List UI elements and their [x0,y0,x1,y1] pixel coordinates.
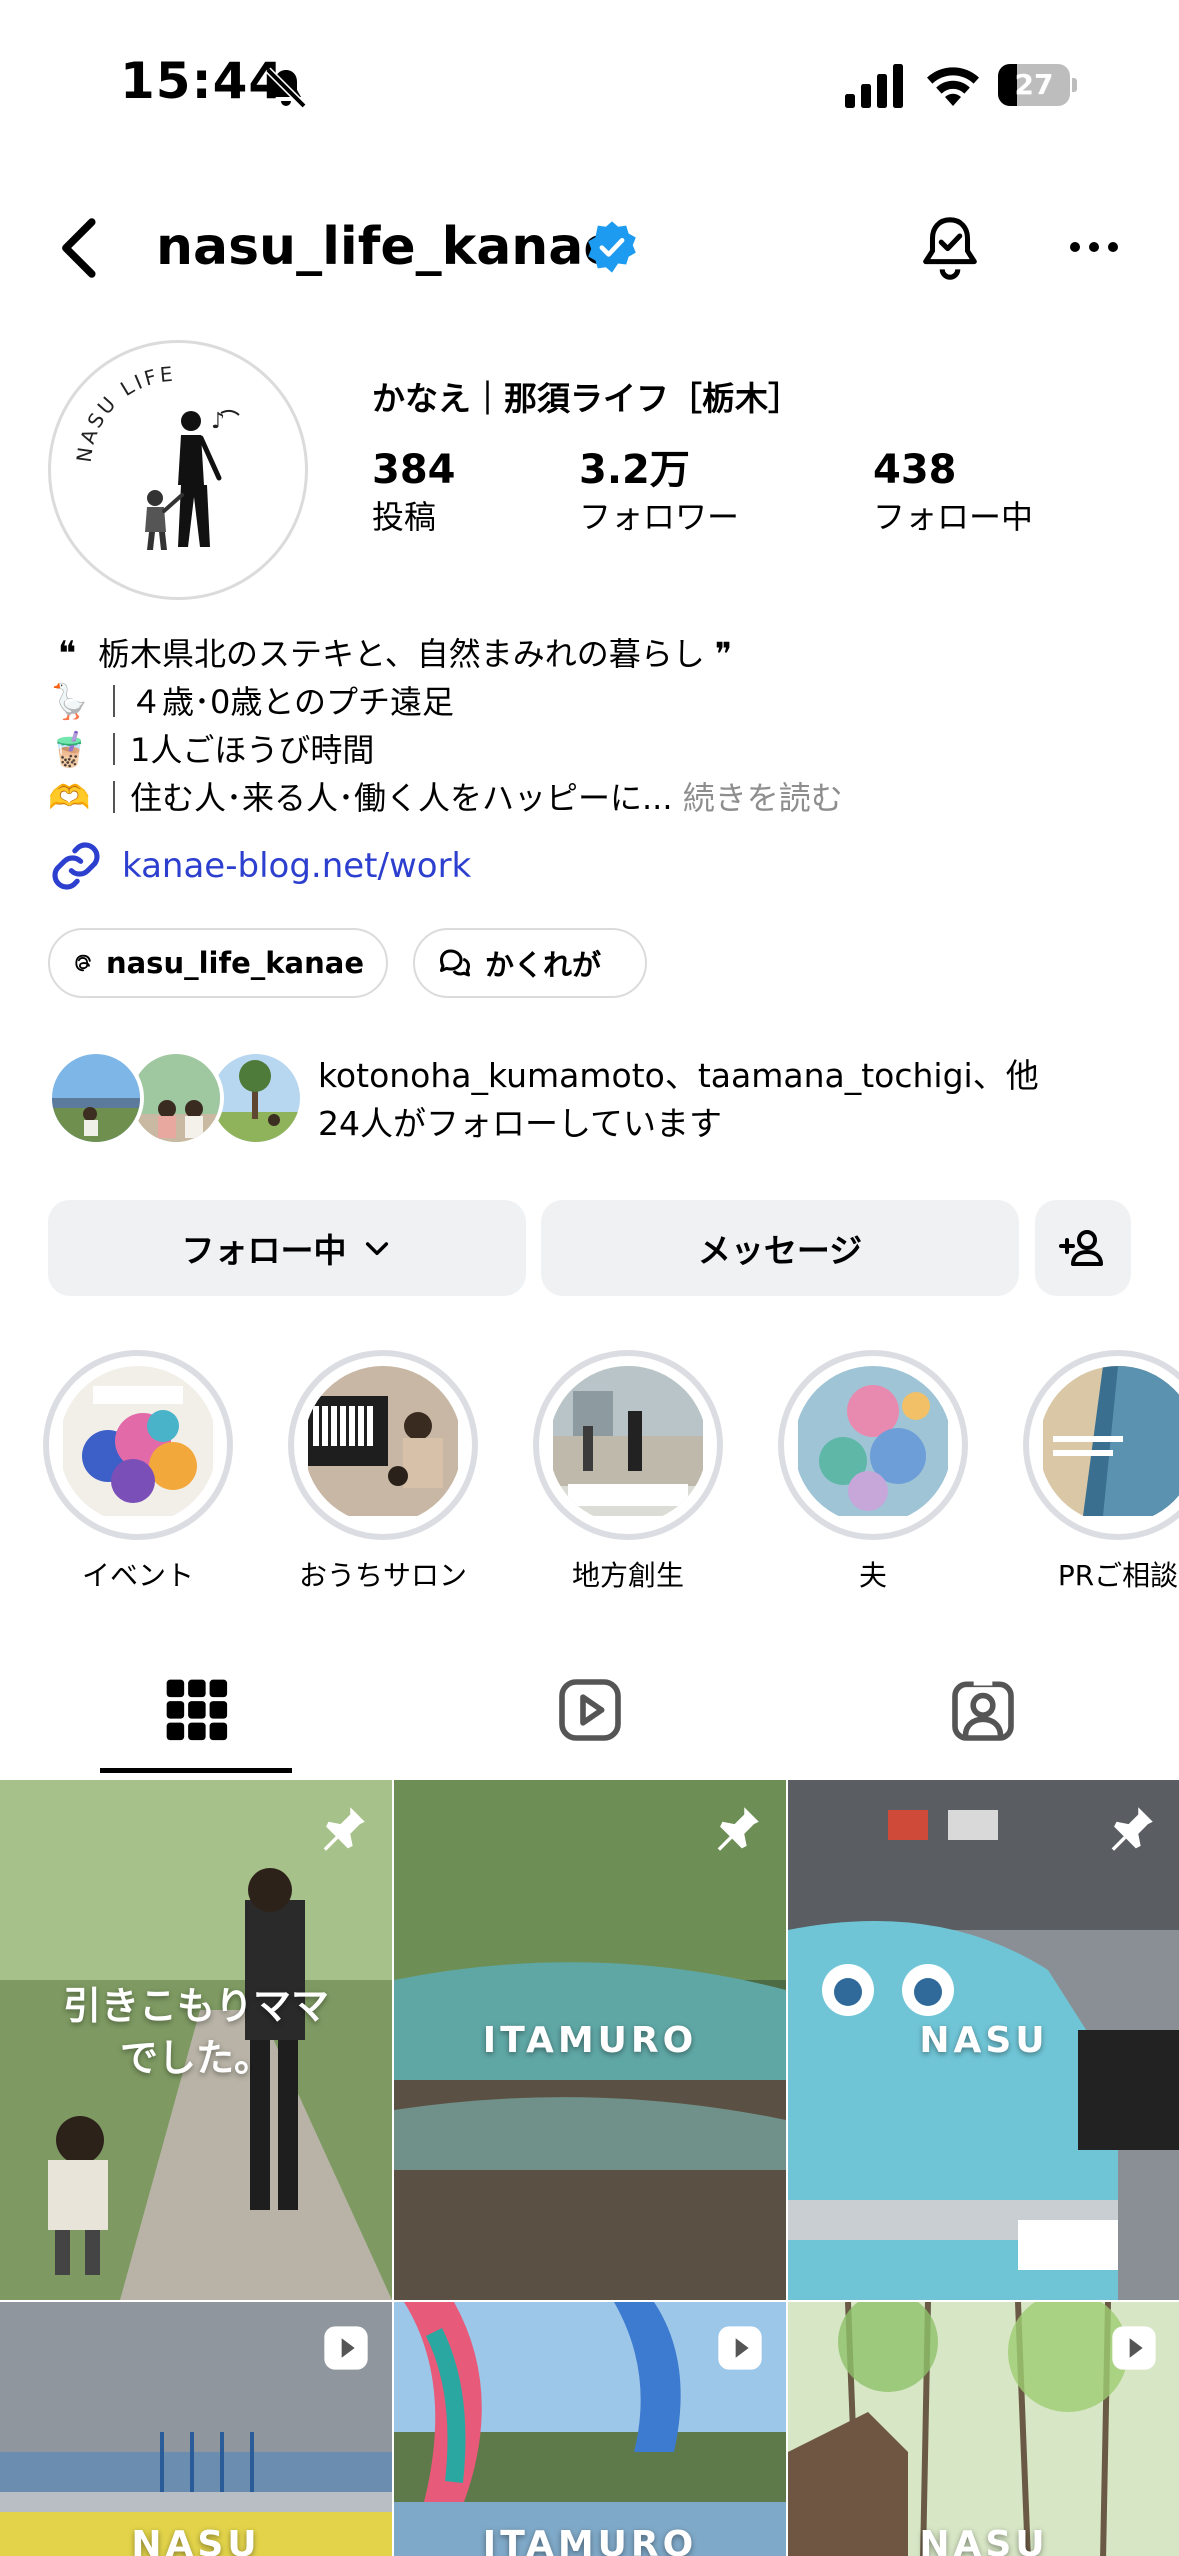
mutual-avatar [48,1050,144,1146]
highlight-label: おうちサロン [298,1559,467,1592]
status-time: 15:44 [120,52,285,110]
highlight-event[interactable]: イベント [43,1350,233,1594]
username: nasu_life_kanae [156,217,619,277]
grid-post[interactable]: NASU [788,2302,1179,2556]
profile-header: nasu_life_kanae [0,190,1179,300]
link-icon [52,842,100,890]
stat-posts-value: 384 [372,447,456,493]
reel-icon [718,2326,762,2370]
avatar-logo-text: NASU LIFE [72,362,177,464]
grid-icon [166,1679,227,1741]
stat-following-label: フォロー中 [873,498,1034,536]
notification-bell-icon[interactable] [918,214,982,284]
mutual-line-1: kotonoha_kumamoto、taamana_tochigi、他 [318,1056,1039,1095]
bio: ❝ 栃木県北のステキと、自然まみれの暮らし ❞ 🪿 ｜４歳･0歳とのプチ遠足 🧋 ｜1… [48,630,1148,822]
bio-line: 🪿 ｜４歳･0歳とのプチ遠足 [48,678,1148,726]
active-tab-indicator [100,1768,292,1773]
goose-emoji-icon: 🪿 [48,682,91,722]
display-name: かなえ｜那須ライフ［栃木］ [372,379,801,418]
kakurega-chip[interactable]: かくれが [413,928,647,998]
reels-icon [558,1679,621,1741]
add-person-icon [1059,1230,1103,1266]
stat-posts[interactable]: 384 投稿 [372,445,456,539]
grid-post[interactable]: ITAMURO [394,2302,786,2556]
highlight-regional[interactable]: 地方創生 [533,1350,723,1594]
bell-mute-icon [265,67,307,109]
post-caption: 引きこもりママ でした。 [62,1984,329,2080]
highlight-husband[interactable]: 夫 [778,1350,968,1594]
post-caption: ITAMURO [482,2020,698,2061]
stat-posts-label: 投稿 [372,498,437,536]
message-button-label: メッセージ [697,1231,863,1270]
verified-badge-icon [588,221,636,273]
message-button[interactable]: メッセージ [541,1200,1019,1296]
highlight-label: 夫 [858,1559,887,1592]
bio-link[interactable]: kanae-blog.net/work [48,838,471,894]
tagged-person-icon [951,1678,1014,1741]
signal-icon [845,64,903,108]
back-icon[interactable] [55,215,105,281]
bio-line: 🧋 ｜1人ごほうび時間 [48,726,1148,774]
mutual-line-2: 24人がフォローしています [318,1104,723,1143]
stat-followers-value: 3.2万 [579,447,690,493]
tab-tagged[interactable] [786,1640,1179,1780]
bio-link-text[interactable]: kanae-blog.net/work [122,846,471,886]
bio-line: ❝ 栃木県北のステキと、自然まみれの暮らし ❞ [48,630,1148,678]
profile-tabs [0,1640,1179,1780]
grid-post[interactable]: NASU [0,2302,392,2556]
stat-following-value: 438 [873,447,957,493]
threads-icon [75,954,91,972]
highlight-pr-consult[interactable]: PRご相談 [1023,1350,1179,1594]
bubble-tea-emoji-icon: 🧋 [48,730,91,770]
highlight-label: イベント [81,1559,194,1592]
battery-indicator: 27 [998,64,1077,106]
chat-bubbles-icon [440,949,470,977]
heart-hands-emoji-icon: 🫶 [48,778,91,818]
pin-icon [717,1807,759,1851]
following-button[interactable]: フォロー中 [48,1200,526,1296]
highlight-label: 地方創生 [571,1559,684,1592]
more-options-icon[interactable] [1068,240,1120,254]
tab-reels[interactable] [393,1640,786,1780]
post-caption: NASU [919,2524,1049,2556]
reel-icon [324,2326,368,2370]
battery-level: 27 [1014,68,1054,101]
grid-post[interactable]: ITAMURO [394,1780,786,2300]
avatar-illustration: NASU LIFE ♪ [72,362,240,550]
quote-icon: ❝ [57,634,77,674]
post-caption: NASU [919,2020,1049,2061]
reel-icon [1112,2326,1156,2370]
kakurega-chip-label: かくれが [485,948,602,982]
stat-following[interactable]: 438 フォロー中 [873,445,1033,539]
pin-icon [323,1807,365,1851]
read-more-link[interactable]: 続きを読む [683,779,843,817]
chevron-down-icon [365,1242,388,1256]
suggest-people-button[interactable] [1035,1200,1131,1296]
tab-posts-grid[interactable] [0,1640,393,1780]
grid-post[interactable]: 引きこもりママ でした。 [0,1780,392,2300]
stat-followers-label: フォロワー [579,498,740,536]
mutual-followers[interactable]: kotonoha_kumamoto、taamana_tochigi、他 24人が… [48,1050,1178,1150]
stat-followers[interactable]: 3.2万 フォロワー [579,445,739,539]
pin-icon [1111,1807,1153,1851]
threads-chip[interactable]: nasu_life_kanae [48,928,388,998]
post-caption: NASU [131,2524,261,2556]
bio-line: 🫶 ｜住む人･来る人･働く人をハッピーに... 続きを読む [48,774,1148,822]
post-grid: 引きこもりママ でした。 ITAMURO NASU NASU ITAMURO N… [0,1780,1179,2556]
post-caption: ITAMURO [482,2524,698,2556]
following-button-label: フォロー中 [181,1231,347,1270]
threads-chip-label: nasu_life_kanae [105,946,364,980]
highlight-label: PRご相談 [1057,1559,1179,1592]
mutual-followers-text: kotonoha_kumamoto、taamana_tochigi、他 24人が… [318,1052,1039,1148]
status-bar: 15:44 27 [0,0,1179,170]
profile-avatar[interactable]: NASU LIFE ♪ [48,340,308,600]
wifi-icon [927,67,979,106]
grid-post[interactable]: NASU [788,1780,1179,2300]
highlight-home-salon[interactable]: おうちサロン [288,1350,478,1594]
